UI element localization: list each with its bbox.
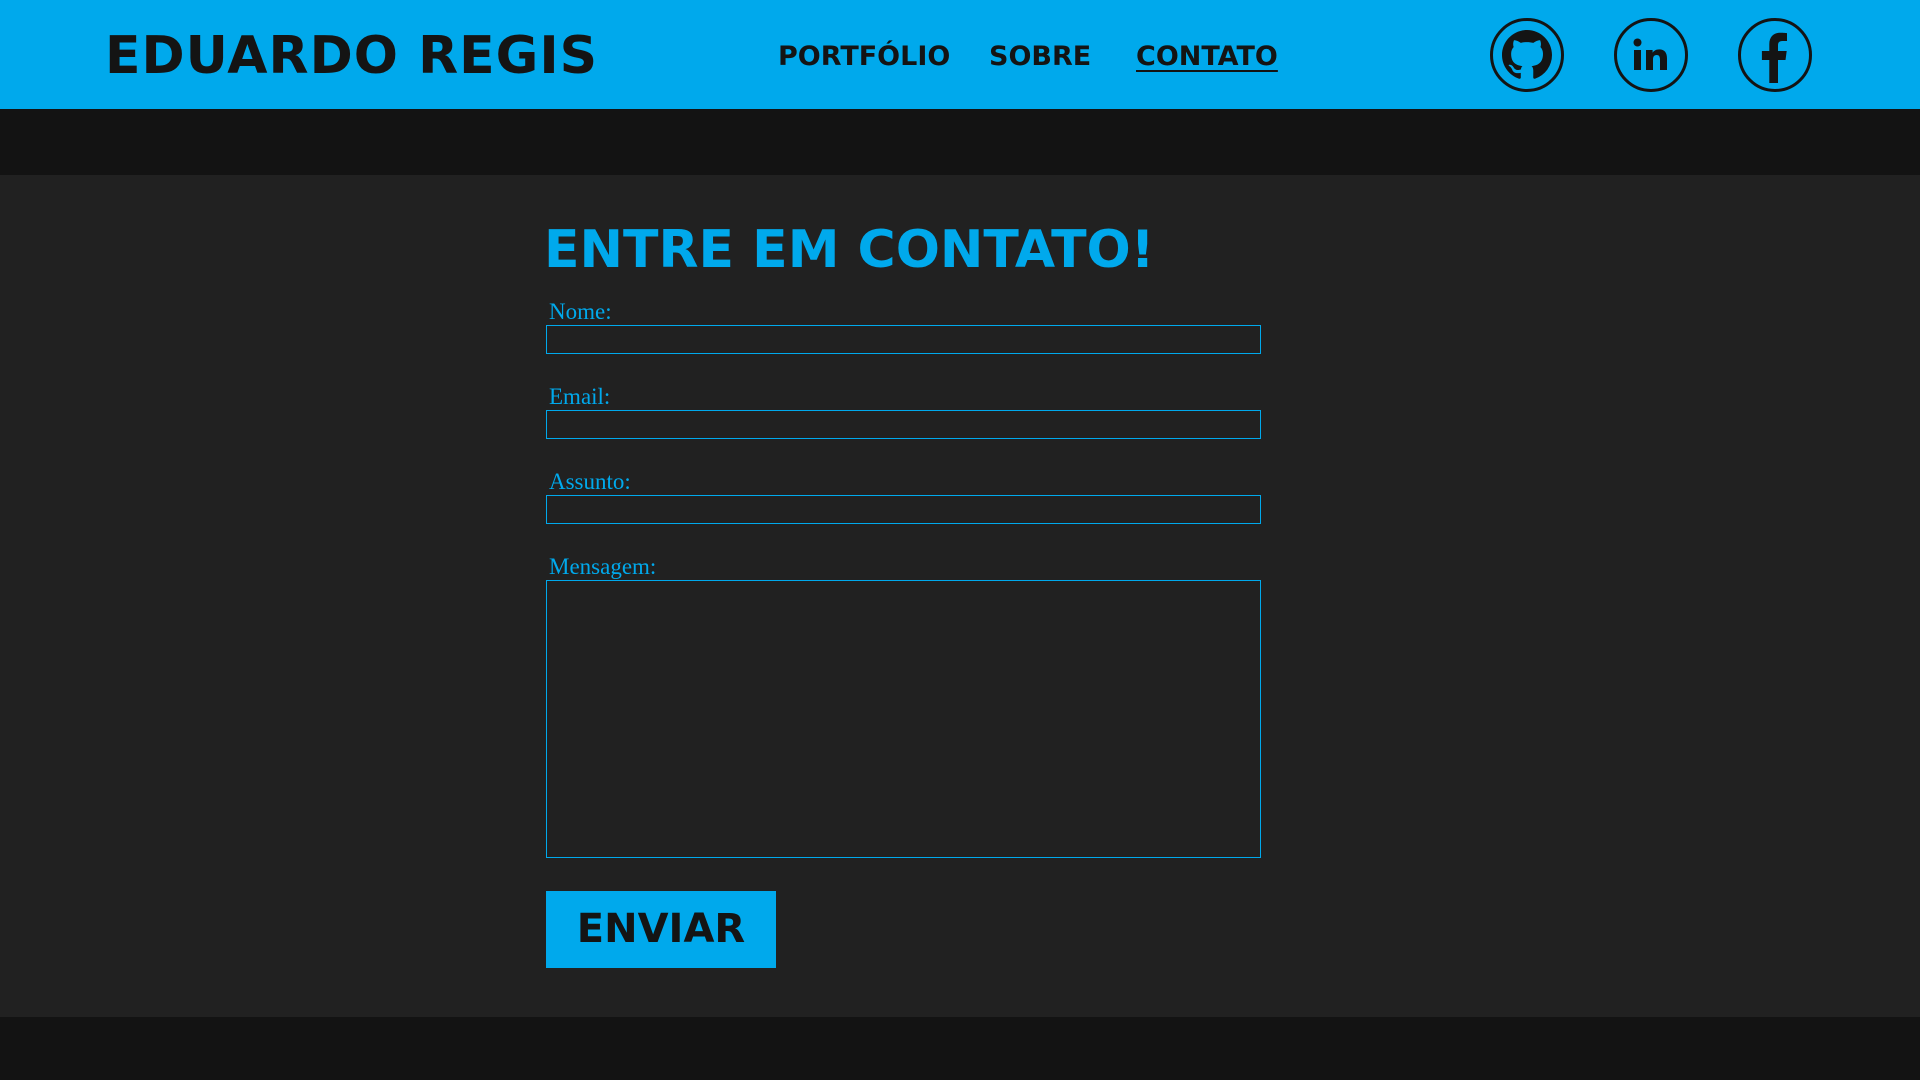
facebook-link[interactable]: [1738, 18, 1812, 92]
github-icon: [1502, 30, 1552, 79]
name-input[interactable]: [546, 325, 1261, 354]
site-header: EDUARDO REGIS PORTFÓLIO SOBRE CONTATO: [0, 0, 1920, 109]
message-label: Mensagem:: [549, 554, 657, 579]
subject-input[interactable]: [546, 495, 1261, 524]
linkedin-icon: [1633, 38, 1667, 70]
top-band: [0, 109, 1920, 175]
nav-item-contato[interactable]: CONTATO: [1136, 40, 1278, 74]
facebook-icon: [1761, 32, 1787, 83]
subject-label: Assunto:: [549, 469, 631, 494]
email-input[interactable]: [546, 410, 1261, 439]
github-link[interactable]: [1490, 18, 1564, 92]
email-label: Email:: [549, 384, 611, 409]
site-logo[interactable]: EDUARDO REGIS: [105, 26, 598, 86]
linkedin-link[interactable]: [1614, 18, 1688, 92]
site-footer: [0, 1017, 1920, 1080]
nav-item-portfolio[interactable]: PORTFÓLIO: [778, 40, 950, 74]
nav-item-sobre[interactable]: SOBRE: [989, 40, 1091, 74]
submit-button[interactable]: ENVIAR: [546, 891, 776, 968]
form-title: ENTRE EM CONTATO!: [544, 220, 1155, 280]
message-textarea[interactable]: [546, 580, 1261, 858]
name-label: Nome:: [549, 299, 612, 324]
